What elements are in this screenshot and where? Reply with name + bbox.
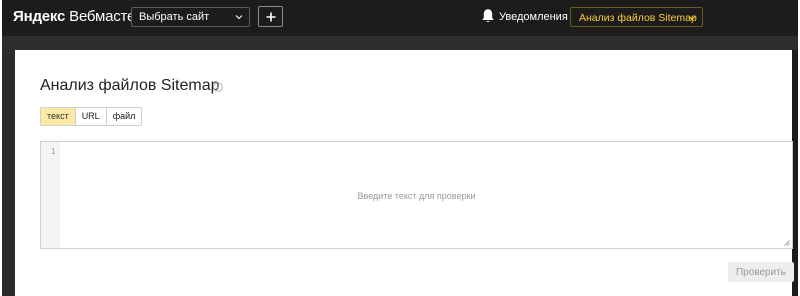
logo[interactable]: Яндекс Вебмастер [13,8,144,25]
left-frame [2,50,15,296]
site-select-value: Выбрать сайт [139,11,210,23]
editor-placeholder: Введите текст для проверки [357,191,476,201]
header-divider-strip [2,36,798,50]
tab-url[interactable]: URL [74,108,106,125]
chevron-down-icon [235,15,243,20]
tool-select[interactable]: Анализ файлов Sitemap [570,7,703,27]
plus-icon [266,12,276,22]
add-site-button[interactable] [258,6,283,27]
check-button[interactable]: Проверить [728,262,794,282]
tool-select-value: Анализ файлов Sitemap [579,12,697,24]
sitemap-text-editor[interactable]: 1 Введите текст для проверки [40,141,793,249]
notifications-link[interactable]: Уведомления [499,11,568,23]
page: Яндекс Вебмастер Выбрать сайт Уведомлени… [0,0,800,296]
info-icon[interactable] [213,82,223,92]
tab-text[interactable]: текст [41,108,75,125]
page-title: Анализ файлов Sitemap [40,77,220,94]
top-header: Яндекс Вебмастер Выбрать сайт Уведомлени… [2,0,798,36]
tab-file[interactable]: файл [105,108,142,125]
logo-yandex: Яндекс [13,8,66,25]
bell-icon[interactable] [481,8,495,24]
line-number: 1 [51,147,56,156]
resize-grip-icon[interactable] [784,240,790,246]
site-select[interactable]: Выбрать сайт [131,7,250,27]
input-mode-tabs: текст URL файл [40,107,143,126]
chevron-down-icon [688,16,696,21]
